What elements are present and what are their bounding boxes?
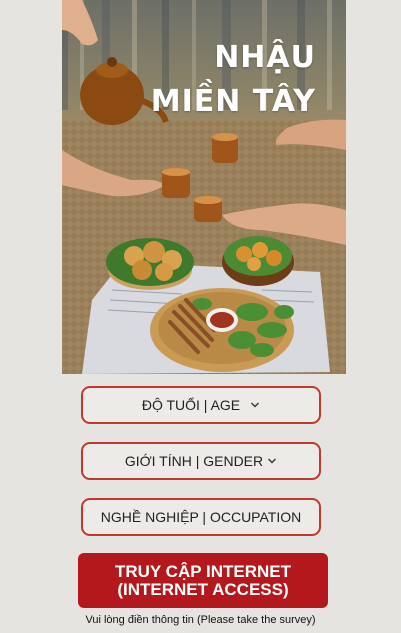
occupation-select-label: NGHỀ NGHIỆP | OCCUPATION [100,509,302,525]
survey-note: Vui lòng điền thông tin (Please take the… [85,614,316,626]
internet-access-button-line2: (INTERNET ACCESS) [117,579,289,599]
gender-select[interactable]: GIỚI TÍNH | GENDER [81,442,321,480]
hero-image: NHẬU MIỀN TÂY [62,0,346,374]
chevron-down-icon [268,458,277,464]
chevron-down-icon [251,402,260,408]
hero-title: NHẬU MIỀN TÂY [151,36,316,124]
occupation-select[interactable]: NGHỀ NGHIỆP | OCCUPATION [81,498,321,536]
gender-select-label: GIỚI TÍNH | GENDER [124,453,264,469]
hero-title-line2: MIỀN TÂY [150,84,316,119]
internet-access-button-line1: TRUY CẬP INTERNET [114,561,291,581]
hero-title-line1: NHẬU [214,40,316,75]
age-select-label: ĐỘ TUỔI | AGE [141,397,241,413]
internet-access-button[interactable]: TRUY CẬP INTERNET (INTERNET ACCESS) [78,553,328,608]
captive-portal-page: NHẬU MIỀN TÂY ĐỘ TUỔI | AGE GIỚI TÍNH | … [0,0,401,633]
age-select[interactable]: ĐỘ TUỔI | AGE [81,386,321,424]
